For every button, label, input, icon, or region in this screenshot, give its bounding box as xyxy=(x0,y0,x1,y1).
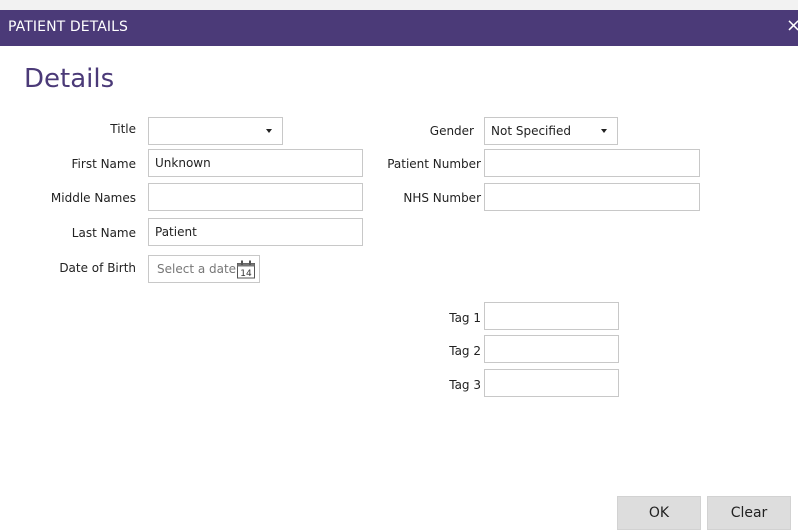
first-name-field[interactable] xyxy=(148,149,363,177)
nhs-number-label: NHS Number xyxy=(403,191,481,205)
gender-select[interactable]: Not Specified xyxy=(484,117,618,145)
patient-number-field[interactable] xyxy=(484,149,700,177)
patient-details-dialog: PATIENT DETAILS × Details Title First Na… xyxy=(0,10,798,530)
middle-names-label: Middle Names xyxy=(50,191,136,205)
ok-button[interactable]: OK xyxy=(617,496,701,530)
tag-2-field[interactable] xyxy=(484,335,619,363)
title-label: Title xyxy=(110,122,136,136)
date-of-birth-label: Date of Birth xyxy=(59,261,136,275)
last-name-label: Last Name xyxy=(71,226,136,240)
calendar-day-number: 14 xyxy=(240,269,252,279)
calendar-icon[interactable]: 14 xyxy=(236,260,256,279)
patient-number-label: Patient Number xyxy=(387,157,481,171)
tag-1-label: Tag 1 xyxy=(449,311,481,325)
tag-1-field[interactable] xyxy=(484,302,619,330)
window-title: PATIENT DETAILS xyxy=(8,19,129,35)
gender-select-value: Not Specified xyxy=(491,124,571,138)
title-bar: PATIENT DETAILS × xyxy=(0,10,798,46)
date-of-birth-picker[interactable]: Select a date 14 xyxy=(148,255,260,283)
section-heading: Details xyxy=(24,64,115,94)
tag-3-label: Tag 3 xyxy=(449,378,481,392)
chevron-down-icon xyxy=(266,129,272,133)
tag-2-label: Tag 2 xyxy=(449,344,481,358)
title-select[interactable] xyxy=(148,117,283,145)
last-name-field[interactable] xyxy=(148,218,363,246)
date-placeholder: Select a date xyxy=(157,262,237,276)
nhs-number-field[interactable] xyxy=(484,183,700,211)
middle-names-field[interactable] xyxy=(148,183,363,211)
chevron-down-icon xyxy=(601,129,607,133)
gender-label: Gender xyxy=(429,124,474,138)
first-name-label: First Name xyxy=(71,157,136,171)
tag-3-field[interactable] xyxy=(484,369,619,397)
close-icon[interactable]: × xyxy=(786,16,798,36)
clear-button[interactable]: Clear xyxy=(707,496,791,530)
